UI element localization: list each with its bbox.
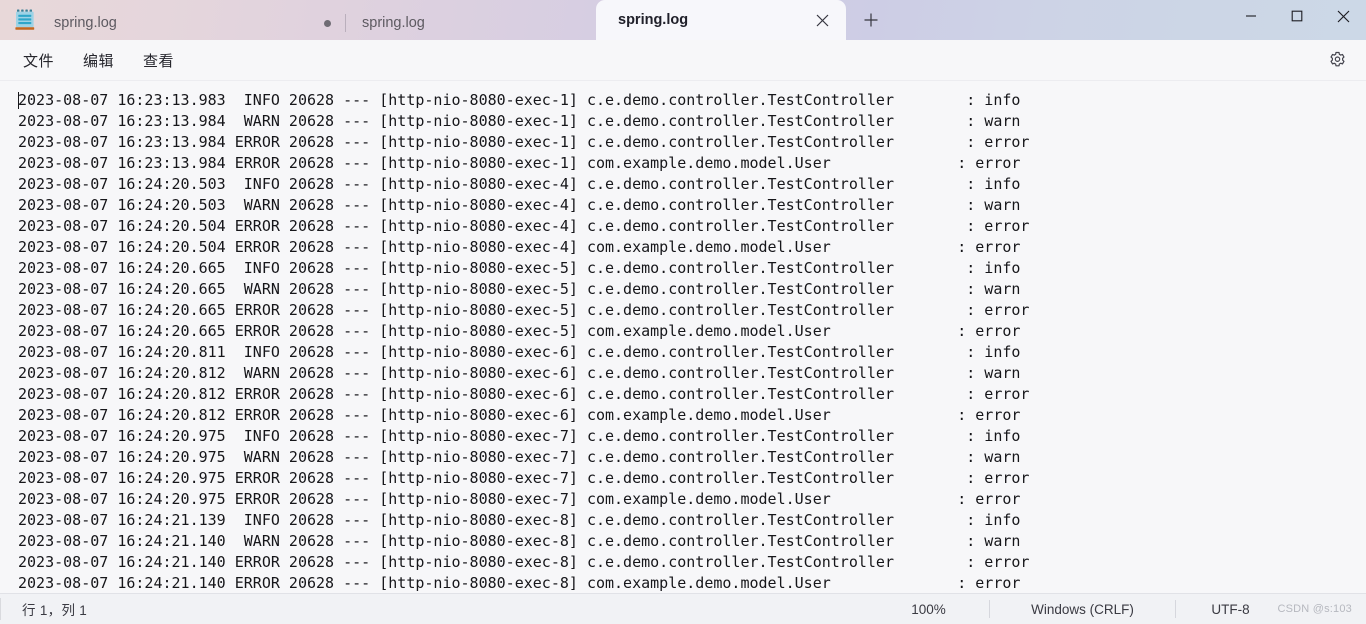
log-line: 2023-08-07 16:24:20.975 ERROR 20628 --- … <box>18 469 1030 487</box>
tab-strip: spring.log spring.log spring.log <box>36 0 1366 40</box>
notepad-window: spring.log spring.log spring.log 文件 编辑 查… <box>0 0 1366 624</box>
text-caret <box>18 92 19 109</box>
log-line: 2023-08-07 16:24:21.139 INFO 20628 --- [… <box>18 511 1021 529</box>
log-line: 2023-08-07 16:24:21.140 ERROR 20628 --- … <box>18 553 1030 571</box>
tab-spring-log-2[interactable]: spring.log <box>306 6 596 40</box>
editor-area[interactable]: 2023-08-07 16:23:13.983 INFO 20628 --- [… <box>0 81 1366 593</box>
menu-edit[interactable]: 编辑 <box>72 45 125 76</box>
menu-bar: 文件 编辑 查看 <box>0 40 1366 81</box>
tab-spring-log-1[interactable]: spring.log <box>36 6 306 40</box>
log-text-content[interactable]: 2023-08-07 16:23:13.983 INFO 20628 --- [… <box>0 81 1366 593</box>
close-window-button[interactable] <box>1320 0 1366 32</box>
menu-file[interactable]: 文件 <box>12 45 65 76</box>
tab-label: spring.log <box>54 15 117 31</box>
close-icon[interactable] <box>808 6 836 34</box>
log-line: 2023-08-07 16:24:20.504 ERROR 20628 --- … <box>18 238 1021 256</box>
status-bar: 行 1，列 1 100% Windows (CRLF) UTF-8 CSDN @… <box>0 593 1366 624</box>
new-tab-button[interactable] <box>854 3 888 37</box>
maximize-button[interactable] <box>1274 0 1320 32</box>
log-line: 2023-08-07 16:24:20.812 ERROR 20628 --- … <box>18 385 1030 403</box>
log-line: 2023-08-07 16:24:20.975 WARN 20628 --- [… <box>18 448 1021 466</box>
log-line: 2023-08-07 16:23:13.983 INFO 20628 --- [… <box>18 91 1021 109</box>
log-line: 2023-08-07 16:23:13.984 WARN 20628 --- [… <box>18 112 1021 130</box>
status-right-group: 100% Windows (CRLF) UTF-8 CSDN @s:103 <box>867 594 1366 624</box>
gear-icon[interactable] <box>1322 45 1352 75</box>
watermark: CSDN @s:103 <box>1277 603 1352 615</box>
line-ending[interactable]: Windows (CRLF) <box>989 594 1175 624</box>
log-line: 2023-08-07 16:24:20.812 ERROR 20628 --- … <box>18 406 1021 424</box>
log-line: 2023-08-07 16:24:20.665 WARN 20628 --- [… <box>18 280 1021 298</box>
status-left-divider <box>0 598 1 620</box>
zoom-level[interactable]: 100% <box>867 594 989 624</box>
log-line: 2023-08-07 16:24:20.504 ERROR 20628 --- … <box>18 217 1030 235</box>
log-line: 2023-08-07 16:24:20.665 ERROR 20628 --- … <box>18 322 1021 340</box>
log-line: 2023-08-07 16:23:13.984 ERROR 20628 --- … <box>18 154 1021 172</box>
log-line: 2023-08-07 16:24:21.140 ERROR 20628 --- … <box>18 574 1021 592</box>
log-line: 2023-08-07 16:23:13.984 ERROR 20628 --- … <box>18 133 1030 151</box>
log-line: 2023-08-07 16:24:20.503 INFO 20628 --- [… <box>18 175 1021 193</box>
log-line: 2023-08-07 16:24:20.811 INFO 20628 --- [… <box>18 343 1021 361</box>
log-line: 2023-08-07 16:24:20.503 WARN 20628 --- [… <box>18 196 1021 214</box>
notepad-icon <box>14 8 36 32</box>
unsaved-dot-icon <box>324 19 331 27</box>
tab-spring-log-3-active[interactable]: spring.log <box>596 0 846 40</box>
title-bar: spring.log spring.log spring.log <box>0 0 1366 40</box>
tab-label: spring.log <box>618 12 689 28</box>
encoding[interactable]: UTF-8 <box>1175 594 1277 624</box>
menu-view[interactable]: 查看 <box>132 45 185 76</box>
tab-divider <box>345 14 346 32</box>
log-line: 2023-08-07 16:24:20.665 ERROR 20628 --- … <box>18 301 1030 319</box>
log-line: 2023-08-07 16:24:20.812 WARN 20628 --- [… <box>18 364 1021 382</box>
window-controls <box>1228 0 1366 32</box>
log-line: 2023-08-07 16:24:20.975 ERROR 20628 --- … <box>18 490 1021 508</box>
log-line: 2023-08-07 16:24:20.665 INFO 20628 --- [… <box>18 259 1021 277</box>
tab-label: spring.log <box>362 15 425 31</box>
minimize-button[interactable] <box>1228 0 1274 32</box>
log-line: 2023-08-07 16:24:21.140 WARN 20628 --- [… <box>18 532 1021 550</box>
cursor-position: 行 1，列 1 <box>22 603 88 618</box>
log-line: 2023-08-07 16:24:20.975 INFO 20628 --- [… <box>18 427 1021 445</box>
